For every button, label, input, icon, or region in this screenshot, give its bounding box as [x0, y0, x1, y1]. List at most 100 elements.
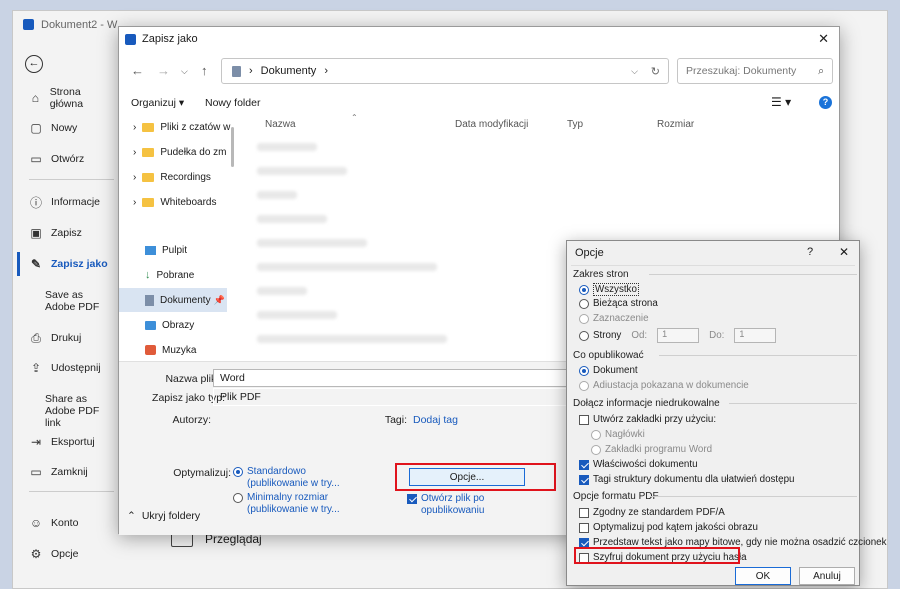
- checkbox-open-after[interactable]: [407, 494, 417, 504]
- nav-share[interactable]: ⇪ Udostępnij: [29, 356, 111, 380]
- create-bookmarks[interactable]: Utwórz zakładki przy użyciu:: [579, 414, 716, 425]
- nav-account[interactable]: ☺ Konto: [29, 511, 111, 535]
- save-as-title: Zapisz jako: [142, 33, 198, 45]
- tree-item-desktop[interactable]: Pulpit📌: [145, 238, 231, 262]
- radio-pages[interactable]: [579, 330, 589, 341]
- checkbox-bookmarks[interactable]: [579, 414, 589, 425]
- column-size[interactable]: Rozmiar: [657, 119, 694, 130]
- bookmarks-headings: Nagłówki: [591, 429, 645, 440]
- desktop-icon: [145, 245, 156, 255]
- highlight-options-button: [395, 463, 556, 491]
- checkbox-bitmap-text[interactable]: [579, 537, 589, 548]
- highlight-encrypt: [574, 547, 740, 564]
- new-folder-button[interactable]: Nowy folder: [205, 97, 260, 109]
- section-divider: [651, 496, 857, 497]
- view-menu-icon[interactable]: ☰ ▾: [771, 95, 791, 109]
- nav-save-adobe-pdf[interactable]: Save as Adobe PDF: [45, 289, 115, 319]
- share-icon: ⇪: [30, 361, 42, 375]
- blurred-row: [257, 143, 317, 151]
- radio-all[interactable]: [579, 284, 589, 295]
- column-type[interactable]: Typ: [567, 119, 583, 130]
- range-all[interactable]: Wszystko: [579, 283, 639, 296]
- tags-label: Tagi:: [384, 414, 407, 426]
- checkbox-optimize-image[interactable]: [579, 522, 589, 533]
- documents-icon: [232, 65, 241, 77]
- tree-item-pictures[interactable]: Obrazy📌: [145, 313, 231, 337]
- blurred-row: [257, 263, 437, 271]
- up-icon[interactable]: ↑: [201, 63, 208, 78]
- tree-item-chat-files[interactable]: › Pliki z czatów w: [133, 115, 231, 139]
- radio-document[interactable]: [579, 365, 589, 376]
- nav-home[interactable]: ⌂ Strona główna: [29, 86, 111, 110]
- radio-minimal[interactable]: [233, 493, 243, 503]
- address-dropdown-icon[interactable]: ⌵: [631, 66, 638, 77]
- organize-button[interactable]: Organizuj ▾: [131, 97, 184, 109]
- nav-close[interactable]: ▭ Zamknij: [29, 460, 111, 484]
- back-arrow-icon[interactable]: ←: [25, 55, 43, 73]
- nav-info[interactable]: ⓘ Informacje: [29, 190, 111, 214]
- tree-label: Pulpit: [162, 244, 188, 256]
- opt-standard-radio[interactable]: Standardowo (publikowanie w try...: [233, 466, 343, 490]
- opt-minimal-radio[interactable]: Minimalny rozmiar (publikowanie w try...: [233, 492, 343, 516]
- structure-tags[interactable]: Tagi struktury dokumentu dla ułatwień do…: [579, 474, 795, 485]
- word-window-title: Dokument2 - W: [41, 19, 118, 31]
- publish-section: Co opublikować: [573, 350, 644, 361]
- nav-new[interactable]: ▢ Nowy: [29, 116, 111, 140]
- close-icon[interactable]: ✕: [839, 245, 849, 259]
- range-pages[interactable]: Strony Od: 1 Do: 1: [579, 328, 777, 343]
- checkbox-doc-props[interactable]: [579, 459, 589, 470]
- search-input[interactable]: Przeszukaj: Dokumenty ⌕: [677, 58, 833, 84]
- tree-item-downloads[interactable]: ↓Pobrane📌: [145, 263, 231, 287]
- close-icon[interactable]: ✕: [818, 31, 829, 47]
- blurred-row: [257, 239, 367, 247]
- optimize-image-quality[interactable]: Optymalizuj pod kątem jakości obrazu: [579, 522, 758, 533]
- pdfa-compliant[interactable]: Zgodny ze standardem PDF/A: [579, 507, 725, 518]
- range-all-label: Wszystko: [593, 283, 639, 296]
- checkbox-pdfa[interactable]: [579, 507, 589, 518]
- section-divider: [649, 274, 857, 275]
- options-title: Opcje: [575, 247, 604, 259]
- hide-folders-toggle[interactable]: ⌃ Ukryj foldery: [127, 510, 200, 522]
- forward-icon[interactable]: →: [157, 63, 170, 78]
- tree-scrollbar[interactable]: [231, 127, 234, 167]
- range-pages-label: Strony: [593, 330, 622, 341]
- add-tag-link[interactable]: Dodaj tag: [413, 414, 458, 426]
- tree-item-music[interactable]: Muzyka📌: [145, 338, 231, 361]
- nav-options[interactable]: ⚙ Opcje: [29, 542, 111, 566]
- nav-open[interactable]: ▭ Otwórz: [29, 147, 111, 171]
- open-after-checkbox[interactable]: Otwórz plik po opublikowaniu: [407, 493, 507, 517]
- tree-item-whiteboards[interactable]: › Whiteboards: [133, 190, 231, 214]
- nonprint-section: Dołącz informacje niedrukowalne: [573, 398, 720, 409]
- tree-item-documents[interactable]: Dokumenty 📌: [119, 288, 227, 312]
- range-current[interactable]: Bieżąca strona: [579, 298, 658, 309]
- radio-current[interactable]: [579, 298, 589, 309]
- opt-minimal-label: Minimalny rozmiar (publikowanie w try...: [247, 492, 340, 515]
- nav-share-adobe-link[interactable]: Share as Adobe PDF link: [45, 393, 115, 429]
- back-icon[interactable]: ←: [131, 63, 144, 78]
- nav-info-label: Informacje: [51, 196, 101, 208]
- help-icon[interactable]: ?: [819, 96, 832, 109]
- nav-save-as[interactable]: ✎ Zapisz jako: [29, 252, 111, 276]
- nav-print[interactable]: ⎙ Drukuj: [29, 326, 111, 350]
- nav-export[interactable]: ⇥ Eksportuj: [29, 430, 111, 454]
- publish-document[interactable]: Dokument: [579, 365, 638, 376]
- column-date[interactable]: Data modyfikacji: [455, 119, 528, 130]
- checkbox-struct-tags[interactable]: [579, 474, 589, 485]
- address-bar[interactable]: › Dokumenty › ⌵ ↻: [221, 58, 669, 84]
- column-name[interactable]: Nazwa: [265, 119, 296, 130]
- nav-save[interactable]: ▣ Zapisz: [29, 221, 111, 245]
- tree-item-recordings[interactable]: › Recordings: [133, 165, 231, 189]
- publish-markup: Adiustacja pokazana w dokumencie: [579, 380, 749, 391]
- refresh-icon[interactable]: ↻: [651, 65, 660, 78]
- chevron-down-icon[interactable]: ⌵: [181, 66, 188, 77]
- chevron-up-icon: ⌃: [127, 510, 136, 522]
- doc-properties[interactable]: Właściwości dokumentu: [579, 459, 698, 470]
- tree-label: Recordings: [160, 171, 211, 183]
- tree-item-boxes[interactable]: › Pudełka do zm: [133, 140, 231, 164]
- ok-button[interactable]: OK: [735, 567, 791, 585]
- cancel-button[interactable]: Anuluj: [799, 567, 855, 585]
- radio-standard[interactable]: [233, 467, 243, 477]
- options-help-icon[interactable]: ?: [807, 246, 813, 258]
- nav-divider: [29, 179, 114, 180]
- chevron-right-icon: ›: [324, 65, 328, 77]
